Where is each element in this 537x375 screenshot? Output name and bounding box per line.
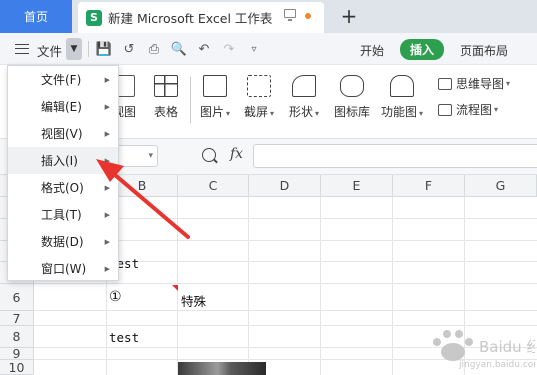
row-header-8[interactable]: 8 (0, 326, 34, 348)
column-header-d[interactable]: D (249, 175, 321, 197)
column-header-g[interactable]: G (465, 175, 537, 197)
zoom-icon[interactable] (202, 148, 216, 162)
menu-item-view[interactable]: 视图(V) ▶ (8, 120, 118, 147)
menu-item-file[interactable]: 文件(F) ▶ (8, 66, 118, 93)
gridline (320, 197, 321, 375)
print-icon[interactable]: ⎙ (146, 41, 162, 57)
export-icon[interactable]: ↺ (121, 41, 137, 57)
excel-file-icon: S (86, 9, 102, 26)
picture-button[interactable]: 图片 ▾ (200, 75, 230, 120)
gridline (392, 197, 393, 375)
table-icon (154, 75, 178, 97)
flowchart-button[interactable]: 流程图 ▾ (438, 101, 498, 118)
baidu-watermark: Baidu 经验 jingyan.baidu.com (433, 330, 535, 370)
menu-item-data[interactable]: 数据(D) ▶ (8, 228, 118, 255)
tab-start[interactable]: 开始 (360, 42, 384, 59)
watermark-text: Baidu 经验 (479, 338, 535, 356)
function-chart-icon (390, 75, 415, 97)
gridline (34, 310, 537, 311)
mind-map-button[interactable]: 思维导图 ▾ (438, 75, 510, 92)
table-button[interactable]: 表格 (154, 75, 178, 120)
comment-indicator[interactable] (172, 285, 178, 291)
cell-b6[interactable]: ① (109, 289, 122, 305)
file-menu-label[interactable]: 文件 (37, 41, 62, 60)
icon-library-button[interactable]: 图标库 (334, 75, 370, 120)
print-preview-icon[interactable]: 🔍 (171, 41, 187, 57)
menu-bar: 文件 ▼ 💾 ↺ ⎙ 🔍 ↶ ↷ ▿ 开始 插入 页面布局 (0, 33, 537, 65)
ribbon-divider (190, 77, 191, 123)
icon-library-icon (340, 75, 364, 97)
menu-item-edit[interactable]: 编辑(E) ▶ (8, 93, 118, 120)
picture-icon (203, 75, 228, 97)
hamburger-menu-icon[interactable] (15, 44, 29, 54)
monitor-icon[interactable] (284, 9, 296, 21)
customize-toolbar-icon[interactable]: ▿ (246, 41, 262, 57)
formula-input[interactable] (253, 144, 537, 168)
shapes-icon (292, 75, 317, 97)
inserted-photo[interactable] (178, 362, 266, 375)
shapes-button[interactable]: 形状 ▾ (289, 75, 319, 120)
title-tab-bar: 首页 S 新建 Microsoft Excel 工作表 + (0, 0, 537, 33)
menu-item-window[interactable]: 窗口(W) ▶ (8, 255, 118, 282)
screenshot-button[interactable]: 截屏 ▾ (244, 75, 274, 120)
tab-insert[interactable]: 插入 (400, 39, 445, 60)
redo-icon[interactable]: ↷ (221, 41, 237, 57)
menu-item-insert[interactable]: 插入(I) ▶ (8, 147, 118, 174)
save-icon[interactable]: 💾 (96, 41, 112, 57)
gridline (34, 283, 537, 284)
row-header-10[interactable]: 10 (0, 360, 34, 375)
file-dropdown-menu: 文件(F) ▶ 编辑(E) ▶ 视图(V) ▶ 插入(I) ▶ 格式(O) ▶ 工具(T)… (7, 65, 119, 281)
function-chart-button[interactable]: 功能图 ▾ (381, 75, 423, 120)
undo-icon[interactable]: ↶ (196, 41, 212, 57)
row-header-7[interactable]: 7 (0, 311, 34, 326)
toolbar-divider (88, 41, 89, 57)
cell-b8[interactable]: test (109, 330, 139, 345)
row-header-6[interactable]: 6 (0, 284, 34, 311)
row-header-9[interactable]: 9 (0, 346, 34, 361)
menu-item-tools[interactable]: 工具(T) ▶ (8, 201, 118, 228)
menu-item-format[interactable]: 格式(O) ▶ (8, 174, 118, 201)
tab-page-layout[interactable]: 页面布局 (460, 42, 508, 59)
watermark-url: jingyan.baidu.com (458, 360, 535, 370)
chevron-down-icon[interactable]: ▼ (66, 38, 82, 60)
flowchart-icon (438, 103, 452, 116)
column-header-e[interactable]: E (321, 175, 393, 197)
column-header-c[interactable]: C (178, 175, 249, 197)
column-header-f[interactable]: F (393, 175, 465, 197)
screenshot-icon (247, 75, 272, 97)
gridline (248, 197, 249, 375)
document-tab-title: 新建 Microsoft Excel 工作表 (108, 11, 273, 26)
unsaved-dot-icon (305, 13, 311, 19)
fx-icon[interactable]: fx (230, 146, 243, 162)
cell-c6[interactable]: 特殊 (181, 291, 206, 310)
mind-map-icon (438, 77, 452, 90)
tab-home[interactable]: 首页 (0, 0, 72, 33)
new-tab-button[interactable]: + (339, 4, 359, 28)
